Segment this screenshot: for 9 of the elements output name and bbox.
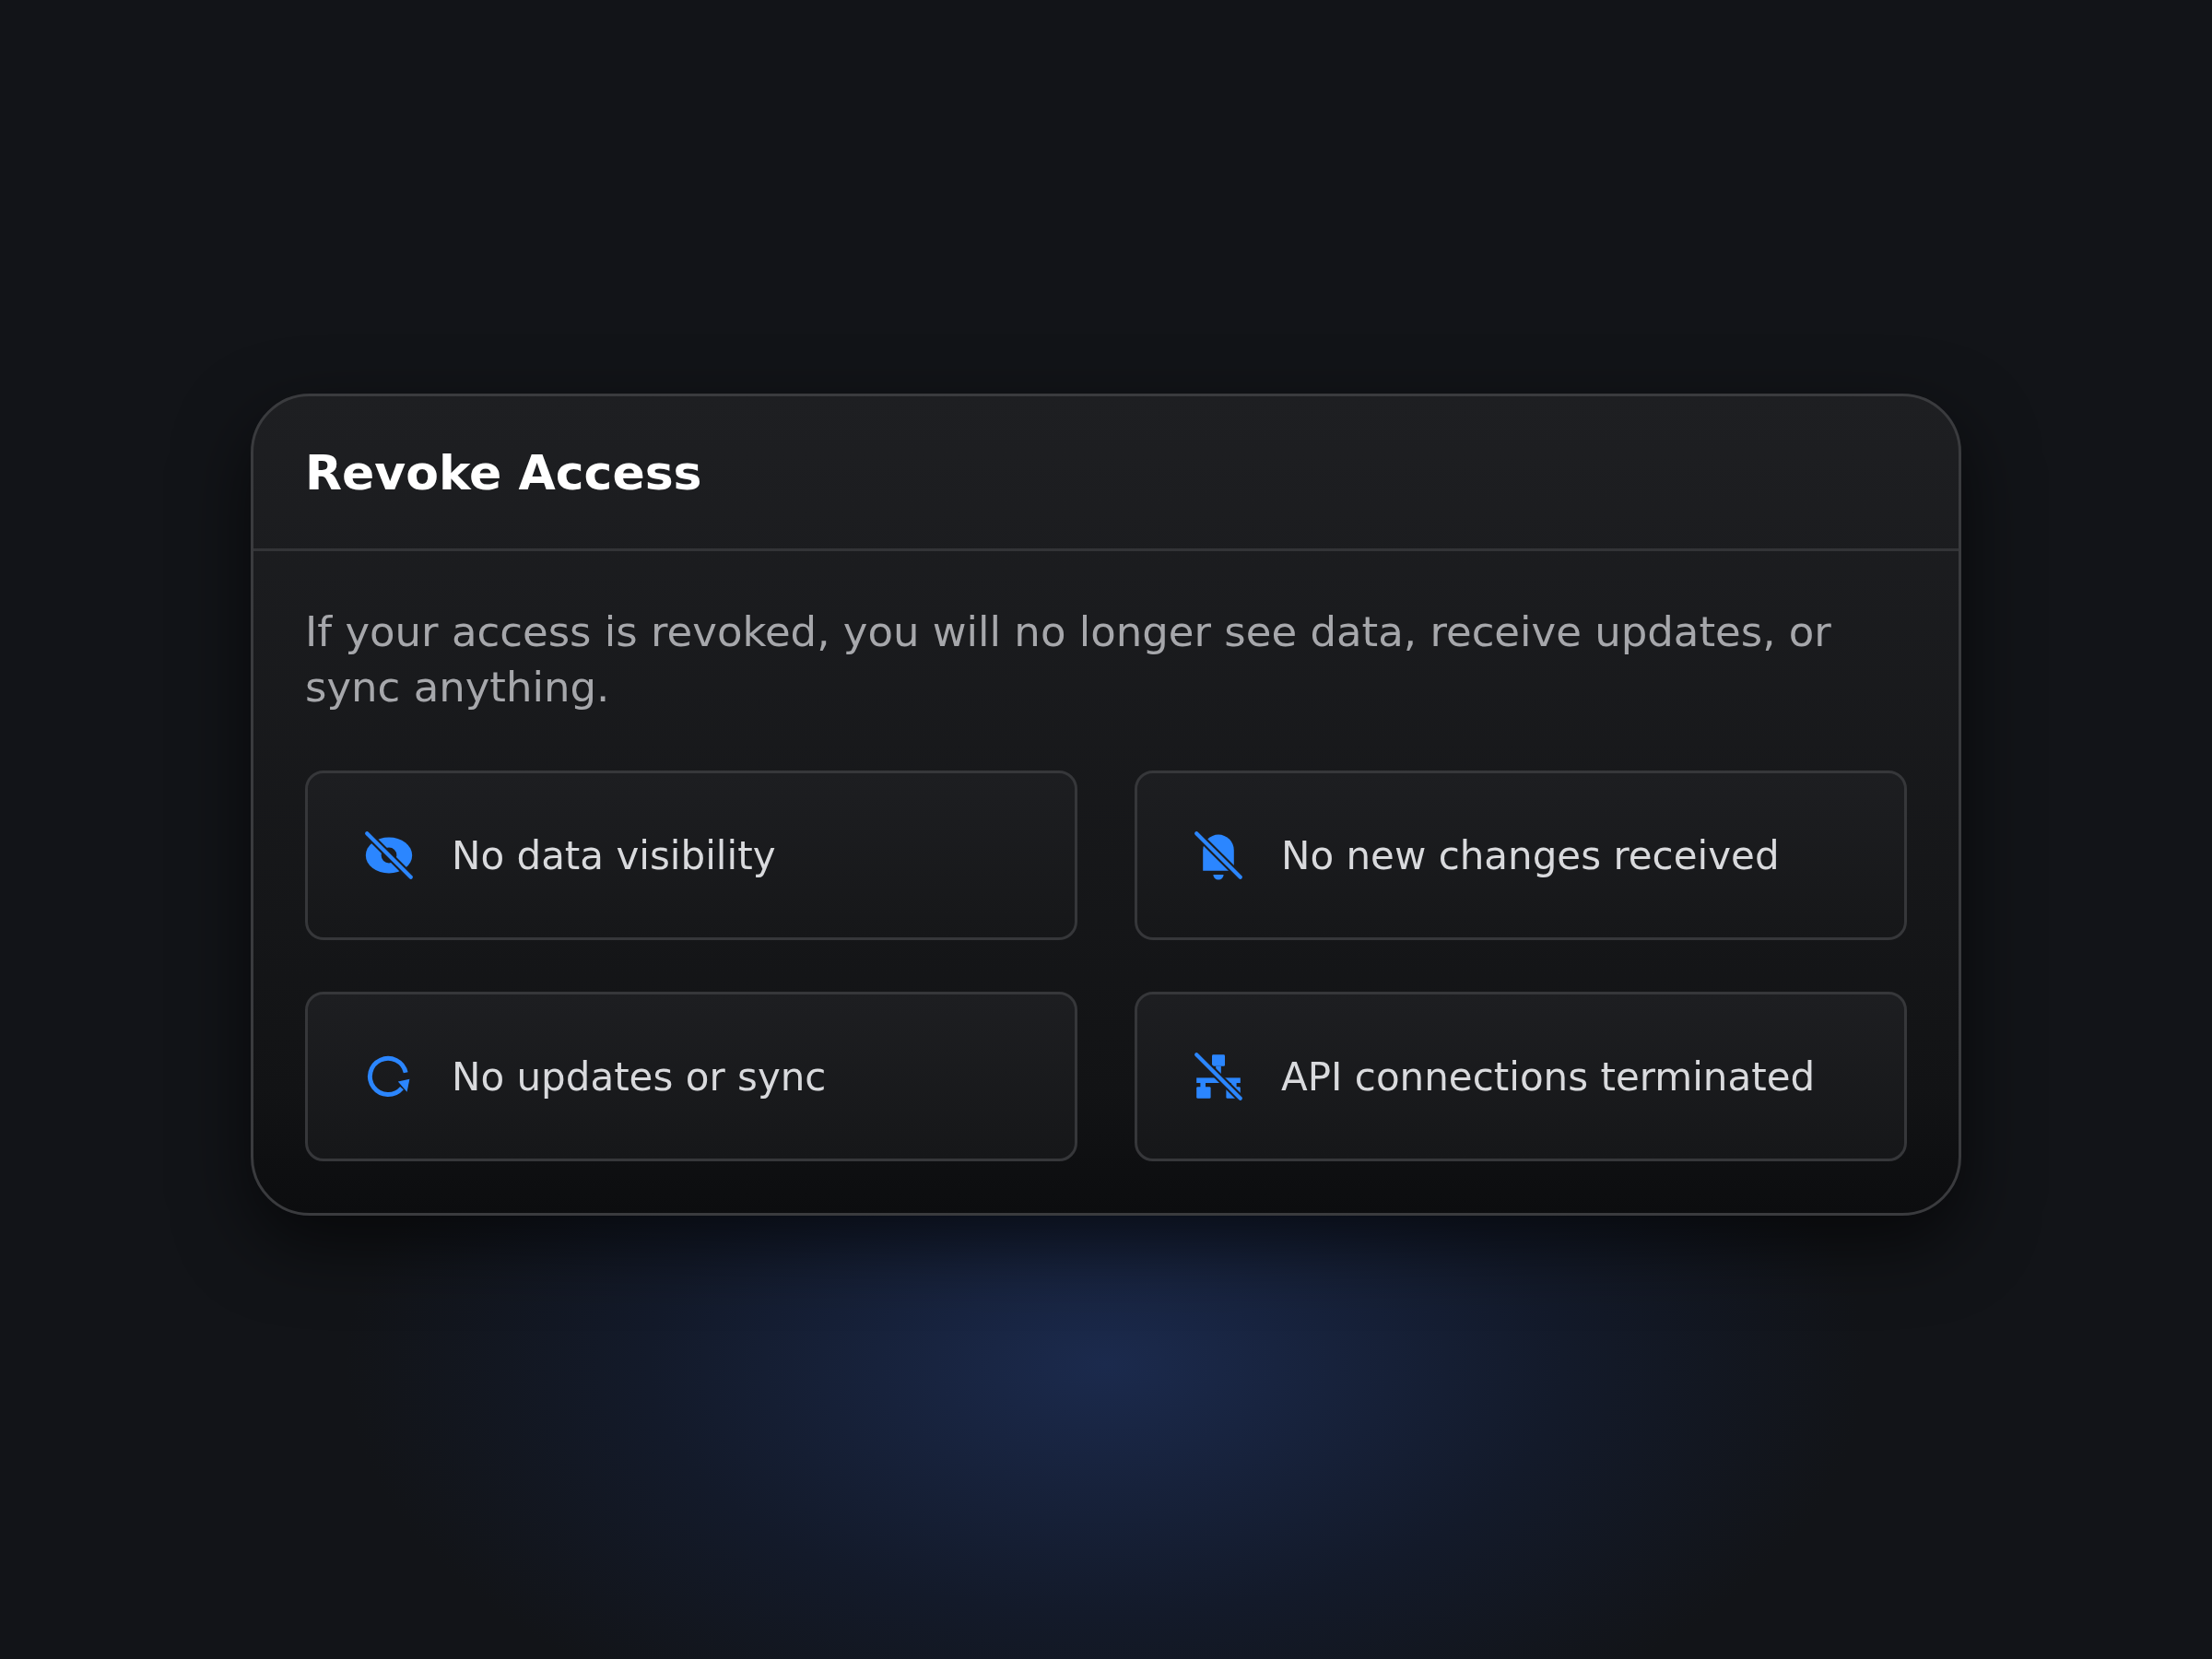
consequence-label: No new changes received: [1281, 832, 1780, 878]
consequence-label: No data visibility: [452, 832, 776, 878]
dialog-title: Revoke Access: [305, 444, 702, 500]
network-off-icon: [1193, 1051, 1244, 1102]
bell-off-icon: [1193, 830, 1244, 881]
consequence-label: No updates or sync: [452, 1053, 827, 1100]
dialog-description: If your access is revoked, you will no longer see data, receive updates, or sync anything.: [305, 606, 1832, 713]
eye-off-icon: [363, 830, 415, 881]
consequence-label: API connections terminated: [1281, 1053, 1816, 1100]
